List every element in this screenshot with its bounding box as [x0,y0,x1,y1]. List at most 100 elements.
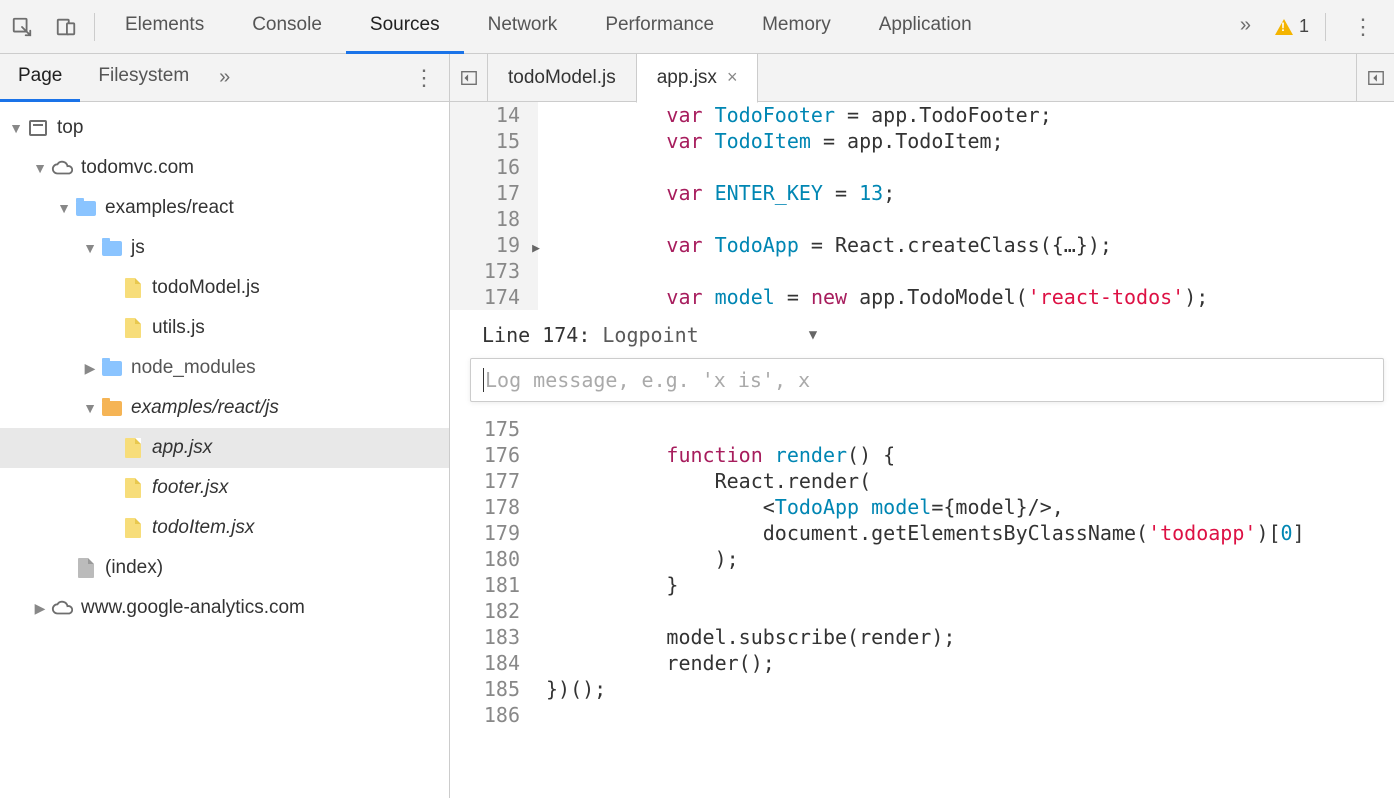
folder-icon [102,241,122,256]
file-tab[interactable]: todoModel.js [488,54,636,102]
line-number[interactable]: 18 [450,206,538,232]
line-number[interactable]: 185 [450,676,538,702]
settings-menu-icon[interactable]: ⋮ [1342,14,1384,40]
tree-label: top [57,117,83,139]
line-number[interactable]: 174 [450,284,538,310]
code-line[interactable]: 181 } [450,572,1394,598]
code-line[interactable]: 180 ); [450,546,1394,572]
panel-tab-memory[interactable]: Memory [738,0,855,54]
code-line[interactable]: 17 var ENTER_KEY = 13; [450,180,1394,206]
panel-overflow-icon[interactable]: » [1216,0,1275,54]
line-number[interactable]: 175 [450,416,538,442]
line-number[interactable]: 181 [450,572,538,598]
code-text: })(); [538,676,1394,702]
breakpoint-line-label: Line 174: [482,322,590,348]
code-editor[interactable]: 14 var TodoFooter = app.TodoFooter;15 va… [450,102,1394,798]
panel-tab-elements[interactable]: Elements [101,0,228,54]
code-text [538,206,1394,232]
line-number[interactable]: 177 [450,468,538,494]
panel-tab-console[interactable]: Console [228,0,346,54]
panel-tab-network[interactable]: Network [464,0,582,54]
tree-file[interactable]: todoModel.js [0,268,449,308]
tree-file-index[interactable]: (index) [0,548,449,588]
navigator-menu-icon[interactable]: ⋮ [399,65,449,91]
code-line[interactable]: 175 [450,416,1394,442]
panel-tabs: ElementsConsoleSourcesNetworkPerformance… [101,0,1216,54]
folder-icon [76,201,96,216]
line-number[interactable]: 15 [450,128,538,154]
code-text [538,154,1394,180]
file-nav-toggle-icon[interactable] [450,54,488,102]
code-line[interactable]: 182 [450,598,1394,624]
code-text [538,702,1394,728]
line-number[interactable]: 182 [450,598,538,624]
line-number[interactable]: 180 [450,546,538,572]
code-line[interactable]: 178 <TodoApp model={model}/>, [450,494,1394,520]
code-line[interactable]: 179 document.getElementsByClassName('tod… [450,520,1394,546]
breakpoint-type-select[interactable]: Logpoint▼ [602,322,817,348]
device-toolbar-icon[interactable] [44,0,88,54]
code-line[interactable]: 185})(); [450,676,1394,702]
line-number[interactable]: 178 [450,494,538,520]
tree-domain-ga[interactable]: www.google-analytics.com [0,588,449,628]
debugger-pane-toggle-icon[interactable] [1356,54,1394,102]
tree-file[interactable]: todoItem.jsx [0,508,449,548]
navigator-overflow-icon[interactable]: » [207,66,242,89]
tree-folder-node-modules[interactable]: node_modules [0,348,449,388]
code-text: React.render( [538,468,1394,494]
editor-tabstrip: todoModel.js app.jsx × [450,54,1394,101]
panel-tab-sources[interactable]: Sources [346,0,464,54]
code-line[interactable]: 16 [450,154,1394,180]
tree-top[interactable]: top [0,108,449,148]
navigator-tab-filesystem[interactable]: Filesystem [80,54,207,102]
navigator-tab-page[interactable]: Page [0,54,80,102]
code-text: var TodoItem = app.TodoItem; [538,128,1394,154]
tree-file-active[interactable]: app.jsx [0,428,449,468]
code-line[interactable]: 15 var TodoItem = app.TodoItem; [450,128,1394,154]
logpoint-input[interactable]: Log message, e.g. 'x is', x [470,358,1384,402]
code-line[interactable]: 174 var model = new app.TodoModel('react… [450,284,1394,310]
file-icon [125,318,141,338]
tree-folder[interactable]: examples/react [0,188,449,228]
tree-label: js [131,237,145,259]
code-line[interactable]: 183 model.subscribe(render); [450,624,1394,650]
line-number[interactable]: 184 [450,650,538,676]
code-line[interactable]: 14 var TodoFooter = app.TodoFooter; [450,102,1394,128]
code-line[interactable]: 186 [450,702,1394,728]
line-number[interactable]: 16 [450,154,538,180]
code-text: var TodoApp = React.createClass({…}); [538,232,1394,258]
code-line[interactable]: 18 [450,206,1394,232]
panel-tab-performance[interactable]: Performance [581,0,738,54]
file-tab-label: app.jsx [657,67,717,89]
tree-folder-js[interactable]: js [0,228,449,268]
warnings-badge[interactable]: 1 [1275,16,1309,37]
line-number[interactable]: 179 [450,520,538,546]
line-number[interactable]: 17 [450,180,538,206]
close-icon[interactable]: × [727,67,738,88]
tree-file[interactable]: footer.jsx [0,468,449,508]
code-text: var ENTER_KEY = 13; [538,180,1394,206]
line-number[interactable]: 186 [450,702,538,728]
line-number[interactable]: 176 [450,442,538,468]
line-number[interactable]: 14 [450,102,538,128]
line-number[interactable]: 183 [450,624,538,650]
code-text: render(); [538,650,1394,676]
panel-tab-application[interactable]: Application [855,0,996,54]
code-line[interactable]: 177 React.render( [450,468,1394,494]
tree-file[interactable]: utils.js [0,308,449,348]
code-line[interactable]: 184 render(); [450,650,1394,676]
code-text: var model = new app.TodoModel('react-tod… [538,284,1394,310]
inspect-icon[interactable] [0,0,44,54]
code-line[interactable]: 176 function render() { [450,442,1394,468]
tree-folder-sourcemap[interactable]: examples/react/js [0,388,449,428]
file-tab[interactable]: app.jsx × [636,54,759,103]
code-line[interactable]: 19▶ var TodoApp = React.createClass({…})… [450,232,1394,258]
folder-icon [102,401,122,416]
chevron-down-icon: ▼ [809,322,817,348]
file-icon [125,518,141,538]
line-number[interactable]: 173 [450,258,538,284]
code-line[interactable]: 173 [450,258,1394,284]
line-number[interactable]: 19▶ [450,232,538,258]
tree-domain[interactable]: todomvc.com [0,148,449,188]
tree-label: (index) [105,557,163,579]
